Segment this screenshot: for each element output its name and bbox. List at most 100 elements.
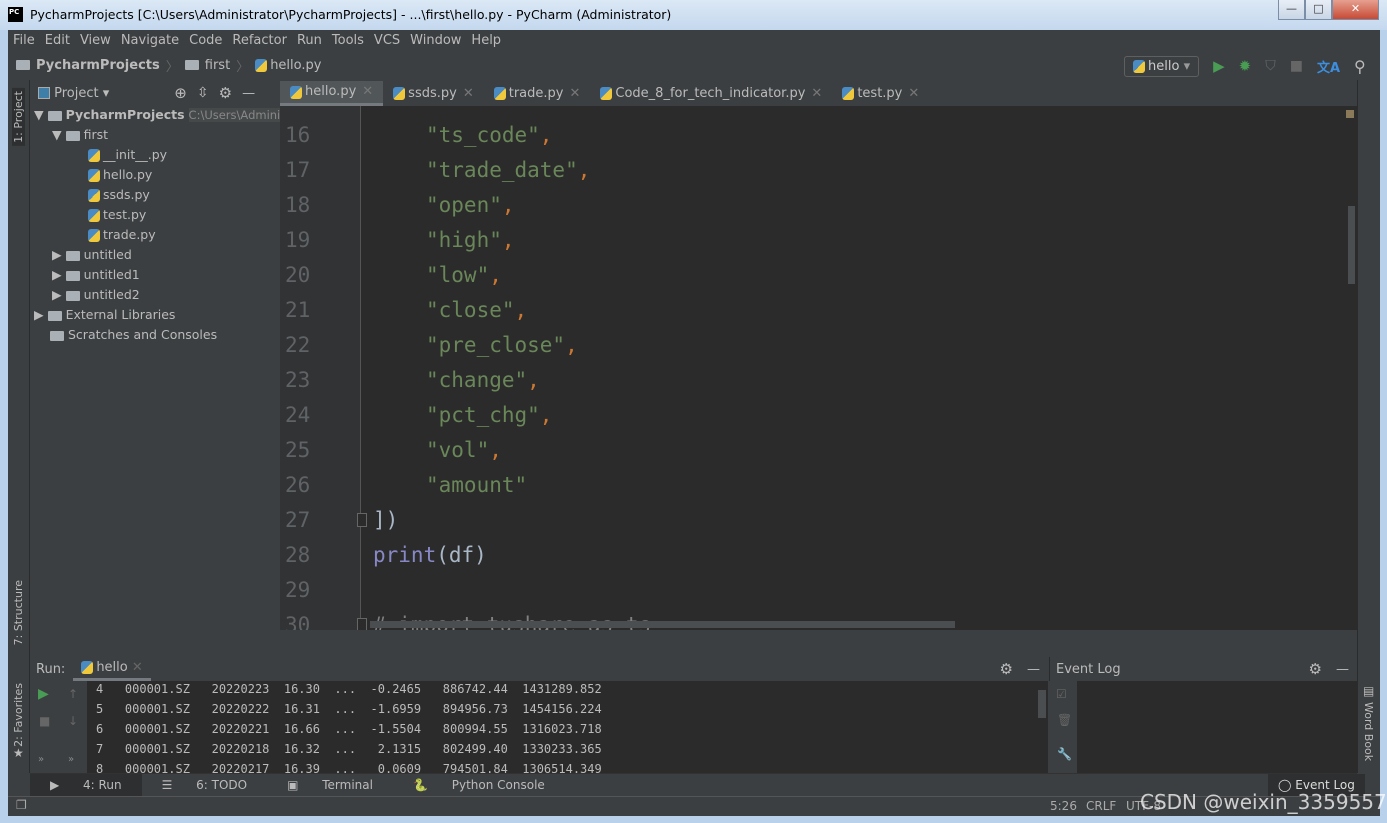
menu-file[interactable]: File — [8, 30, 40, 52]
tree-item[interactable]: test.py — [30, 205, 279, 225]
rerun-icon[interactable]: ▶ — [38, 686, 49, 702]
locate-icon[interactable]: ⊕ — [174, 84, 187, 102]
run-console-output[interactable]: 4 000001.SZ 20220223 16.30 ... -0.2465 8… — [87, 681, 1048, 773]
tree-item[interactable]: ▶ untitled2 — [30, 285, 279, 305]
gear-icon[interactable]: ⚙ — [1309, 660, 1322, 678]
close-tab-icon[interactable]: ✕ — [811, 81, 822, 106]
project-tool-tab[interactable]: 1: Project — [12, 88, 25, 146]
hide-icon[interactable]: — — [242, 86, 255, 101]
console-scroll-thumb[interactable] — [1038, 690, 1046, 718]
run-config-dropdown[interactable]: hello ▾ — [1124, 55, 1200, 77]
menu-refactor[interactable]: Refactor — [227, 30, 292, 52]
expand-arrow-icon[interactable]: ▶ — [34, 307, 48, 322]
down-arrow-icon[interactable]: ↓ — [68, 714, 78, 728]
project-title: Project — [54, 85, 99, 101]
project-panel-header: Project ▾ ⊕ ⇳ ⚙ — — [30, 81, 279, 105]
menu-run[interactable]: Run — [292, 30, 327, 52]
tree-item[interactable]: hello.py — [30, 165, 279, 185]
more-icon[interactable]: » — [38, 754, 44, 765]
bottom-tab[interactable]: ▣ Terminal — [267, 778, 393, 792]
structure-tool-tab[interactable]: 7: Structure — [12, 580, 25, 645]
line-number: 28 — [285, 543, 311, 567]
wrench-icon[interactable]: 🔧 — [1057, 747, 1072, 761]
gear-icon[interactable]: ⚙ — [219, 84, 232, 102]
stop-icon[interactable]: ■ — [1290, 58, 1303, 74]
caret-position[interactable]: 5:26 — [1050, 799, 1077, 813]
breadcrumb-file[interactable]: hello.py — [270, 58, 321, 73]
bottom-tab[interactable]: ▶ 4: Run — [30, 774, 142, 796]
more-icon[interactable]: » — [68, 754, 74, 765]
translate-icon[interactable]: 文A — [1317, 57, 1340, 76]
debug-icon[interactable]: ✹ — [1239, 57, 1252, 75]
tree-item[interactable]: ▶ untitled1 — [30, 265, 279, 285]
scroll-thumb[interactable] — [1348, 206, 1355, 284]
run-tab-hello[interactable]: hello ✕ — [73, 657, 151, 681]
horizontal-scroll-thumb[interactable] — [370, 621, 955, 628]
expand-arrow-icon[interactable]: ▼ — [52, 127, 66, 142]
expand-arrow-icon[interactable]: ▶ — [52, 287, 66, 302]
gear-icon[interactable]: ⚙ — [1000, 660, 1013, 678]
menu-bar: File Edit View Navigate Code Refactor Run Tools… — [8, 30, 506, 52]
code-editor[interactable]: 161718192021222324252627282930 " "ts_cod… — [280, 106, 1357, 630]
hide-icon[interactable]: — — [1322, 662, 1357, 677]
editor-vertical-scrollbar[interactable] — [1345, 106, 1357, 630]
run-icon[interactable]: ▶ — [1213, 57, 1225, 75]
bottom-tab[interactable]: 🐍 Python Console — [393, 778, 565, 792]
hide-icon[interactable]: — — [1013, 662, 1048, 677]
search-icon[interactable]: ⚲ — [1354, 57, 1366, 76]
python-file-icon — [393, 87, 406, 100]
inspection-indicator-icon[interactable] — [1346, 110, 1354, 118]
close-tab-icon[interactable]: ✕ — [362, 81, 373, 103]
event-log-title: Event Log — [1056, 661, 1121, 677]
tree-item[interactable]: trade.py — [30, 225, 279, 245]
breadcrumb-folder[interactable]: first — [205, 58, 230, 73]
coverage-icon[interactable]: ⛉ — [1265, 58, 1276, 74]
tree-item[interactable]: ▶ untitled — [30, 245, 279, 265]
close-tab-icon[interactable]: ✕ — [569, 81, 580, 106]
maximize-button[interactable]: □ — [1305, 0, 1332, 20]
breadcrumb: PycharmProjects 〉 first 〉 hello.py — [16, 53, 321, 77]
tree-item[interactable]: ▶ External Libraries — [30, 305, 279, 325]
menu-edit[interactable]: Edit — [40, 30, 75, 52]
editor-tab[interactable]: ssds.py ✕ — [383, 81, 484, 106]
expand-arrow-icon[interactable]: ▶ — [52, 267, 66, 282]
tree-item[interactable]: __init__.py — [30, 145, 279, 165]
close-tab-icon[interactable]: ✕ — [908, 81, 919, 106]
fold-marker-icon[interactable] — [357, 513, 367, 527]
word-book-tool-tab[interactable]: Word Book — [1362, 702, 1375, 761]
line-number: 21 — [285, 298, 311, 322]
tree-item[interactable]: ssds.py — [30, 185, 279, 205]
mark-read-icon[interactable]: ☑ — [1056, 687, 1067, 701]
menu-window[interactable]: Window — [405, 30, 466, 52]
tree-item[interactable]: Scratches and Consoles — [30, 325, 279, 345]
line-separator[interactable]: CRLF — [1086, 799, 1116, 813]
editor-tab[interactable]: trade.py ✕ — [484, 81, 591, 106]
close-tab-icon[interactable]: ✕ — [463, 81, 474, 106]
expand-arrow-icon[interactable]: ▶ — [52, 247, 66, 262]
breadcrumb-project[interactable]: PycharmProjects — [36, 58, 160, 73]
close-button[interactable]: ✕ — [1332, 0, 1379, 20]
folder-icon — [65, 290, 80, 301]
collapse-all-icon[interactable]: ⇳ — [197, 85, 209, 101]
menu-tools[interactable]: Tools — [327, 30, 369, 52]
menu-view[interactable]: View — [75, 30, 116, 52]
up-arrow-icon[interactable]: ↑ — [68, 687, 78, 701]
editor-tab[interactable]: Code_8_for_tech_indicator.py ✕ — [590, 81, 832, 106]
menu-vcs[interactable]: VCS — [369, 30, 405, 52]
tree-item[interactable]: ▼ first — [30, 125, 279, 145]
line-number: 18 — [285, 193, 311, 217]
menu-help[interactable]: Help — [466, 30, 506, 52]
editor-tab[interactable]: hello.py ✕ — [280, 81, 384, 106]
project-view-dropdown[interactable]: Project ▾ — [38, 86, 109, 101]
toggle-tool-windows-icon[interactable]: ❐ — [16, 798, 27, 812]
menu-navigate[interactable]: Navigate — [116, 30, 184, 52]
stop-icon[interactable]: ■ — [39, 714, 50, 728]
favorites-tool-tab[interactable]: 2: Favorites — [12, 683, 25, 747]
bottom-tab[interactable]: ☰ 6: TODO — [142, 778, 268, 792]
tree-root[interactable]: ▼ PycharmProjects C:\Users\Administrator… — [30, 105, 419, 125]
fold-marker-icon[interactable] — [357, 618, 367, 630]
trash-icon[interactable]: 🗑 — [1057, 713, 1072, 727]
menu-code[interactable]: Code — [184, 30, 227, 52]
minimize-button[interactable]: — — [1278, 0, 1305, 20]
editor-tab[interactable]: test.py ✕ — [832, 81, 929, 106]
